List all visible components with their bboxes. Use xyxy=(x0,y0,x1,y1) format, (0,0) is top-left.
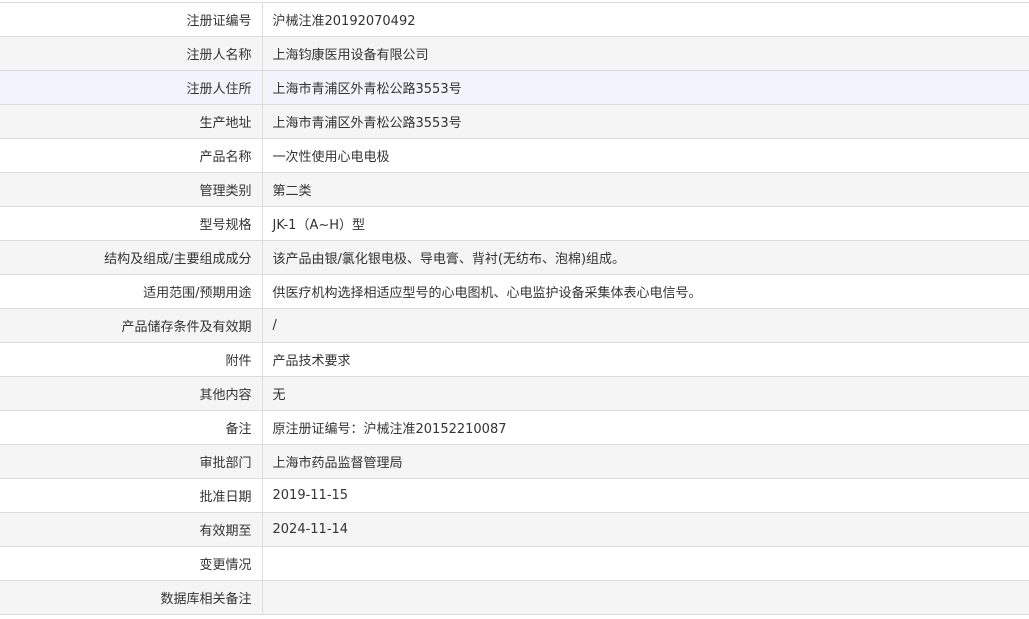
field-label: 审批部门 xyxy=(0,444,263,479)
table-row-approval-date: 批准日期 2019-11-15 xyxy=(0,478,1029,513)
table-row-other-content: 其他内容 无 xyxy=(0,376,1029,411)
table-row-storage-validity: 产品储存条件及有效期 / xyxy=(0,308,1029,343)
field-value: JK-1（A~H）型 xyxy=(262,206,1029,241)
field-value: 上海市青浦区外青松公路3553号 xyxy=(262,104,1029,139)
field-label: 生产地址 xyxy=(0,104,263,139)
table-row-registrant-address: 注册人住所 上海市青浦区外青松公路3553号 xyxy=(0,70,1029,105)
field-label: 有效期至 xyxy=(0,512,263,547)
field-label: 备注 xyxy=(0,410,263,445)
field-value: 一次性使用心电电极 xyxy=(262,138,1029,173)
field-label: 适用范围/预期用途 xyxy=(0,274,263,309)
field-label: 注册人名称 xyxy=(0,36,263,71)
field-value: 无 xyxy=(262,376,1029,411)
field-label: 注册人住所 xyxy=(0,70,263,105)
field-label: 型号规格 xyxy=(0,206,263,241)
field-label: 注册证编号 xyxy=(0,2,263,37)
table-row-structure-composition: 结构及组成/主要组成成分 该产品由银/氯化银电极、导电膏、背衬(无纺布、泡棉)组… xyxy=(0,240,1029,275)
field-label: 数据库相关备注 xyxy=(0,580,263,615)
table-row-model-spec: 型号规格 JK-1（A~H）型 xyxy=(0,206,1029,241)
field-value: 产品技术要求 xyxy=(262,342,1029,377)
table-row-valid-until: 有效期至 2024-11-14 xyxy=(0,512,1029,547)
table-row-change-status: 变更情况 xyxy=(0,546,1029,581)
field-label: 附件 xyxy=(0,342,263,377)
table-row-production-address: 生产地址 上海市青浦区外青松公路3553号 xyxy=(0,104,1029,139)
field-value xyxy=(262,580,1029,615)
table-row-registration-number: 注册证编号 沪械注准20192070492 xyxy=(0,2,1029,37)
field-value: 第二类 xyxy=(262,172,1029,207)
field-value xyxy=(262,546,1029,581)
table-row-attachment: 附件 产品技术要求 xyxy=(0,342,1029,377)
field-label: 结构及组成/主要组成成分 xyxy=(0,240,263,275)
field-value: 上海市青浦区外青松公路3553号 xyxy=(262,70,1029,105)
table-row-product-name: 产品名称 一次性使用心电电极 xyxy=(0,138,1029,173)
table-row-approval-department: 审批部门 上海市药品监督管理局 xyxy=(0,444,1029,479)
field-value: 2019-11-15 xyxy=(262,478,1029,513)
field-label: 其他内容 xyxy=(0,376,263,411)
table-row-database-remarks: 数据库相关备注 xyxy=(0,580,1029,615)
field-label: 产品储存条件及有效期 xyxy=(0,308,263,343)
field-label: 产品名称 xyxy=(0,138,263,173)
field-label: 管理类别 xyxy=(0,172,263,207)
table-row-remarks: 备注 原注册证编号：沪械注准20152210087 xyxy=(0,410,1029,445)
field-value: 上海钧康医用设备有限公司 xyxy=(262,36,1029,71)
field-value: 原注册证编号：沪械注准20152210087 xyxy=(262,410,1029,445)
field-value: 2024-11-14 xyxy=(262,512,1029,547)
field-value: 供医疗机构选择相适应型号的心电图机、心电监护设备采集体表心电信号。 xyxy=(262,274,1029,309)
field-label: 批准日期 xyxy=(0,478,263,513)
field-value: / xyxy=(262,308,1029,343)
table-row-intended-use: 适用范围/预期用途 供医疗机构选择相适应型号的心电图机、心电监护设备采集体表心电… xyxy=(0,274,1029,309)
field-value: 沪械注准20192070492 xyxy=(262,2,1029,37)
field-value: 该产品由银/氯化银电极、导电膏、背衬(无纺布、泡棉)组成。 xyxy=(262,240,1029,275)
registration-record-table: 注册证编号 沪械注准20192070492 注册人名称 上海钧康医用设备有限公司… xyxy=(0,2,1029,615)
table-row-registrant-name: 注册人名称 上海钧康医用设备有限公司 xyxy=(0,36,1029,71)
table-row-management-category: 管理类别 第二类 xyxy=(0,172,1029,207)
field-value: 上海市药品监督管理局 xyxy=(262,444,1029,479)
field-label: 变更情况 xyxy=(0,546,263,581)
